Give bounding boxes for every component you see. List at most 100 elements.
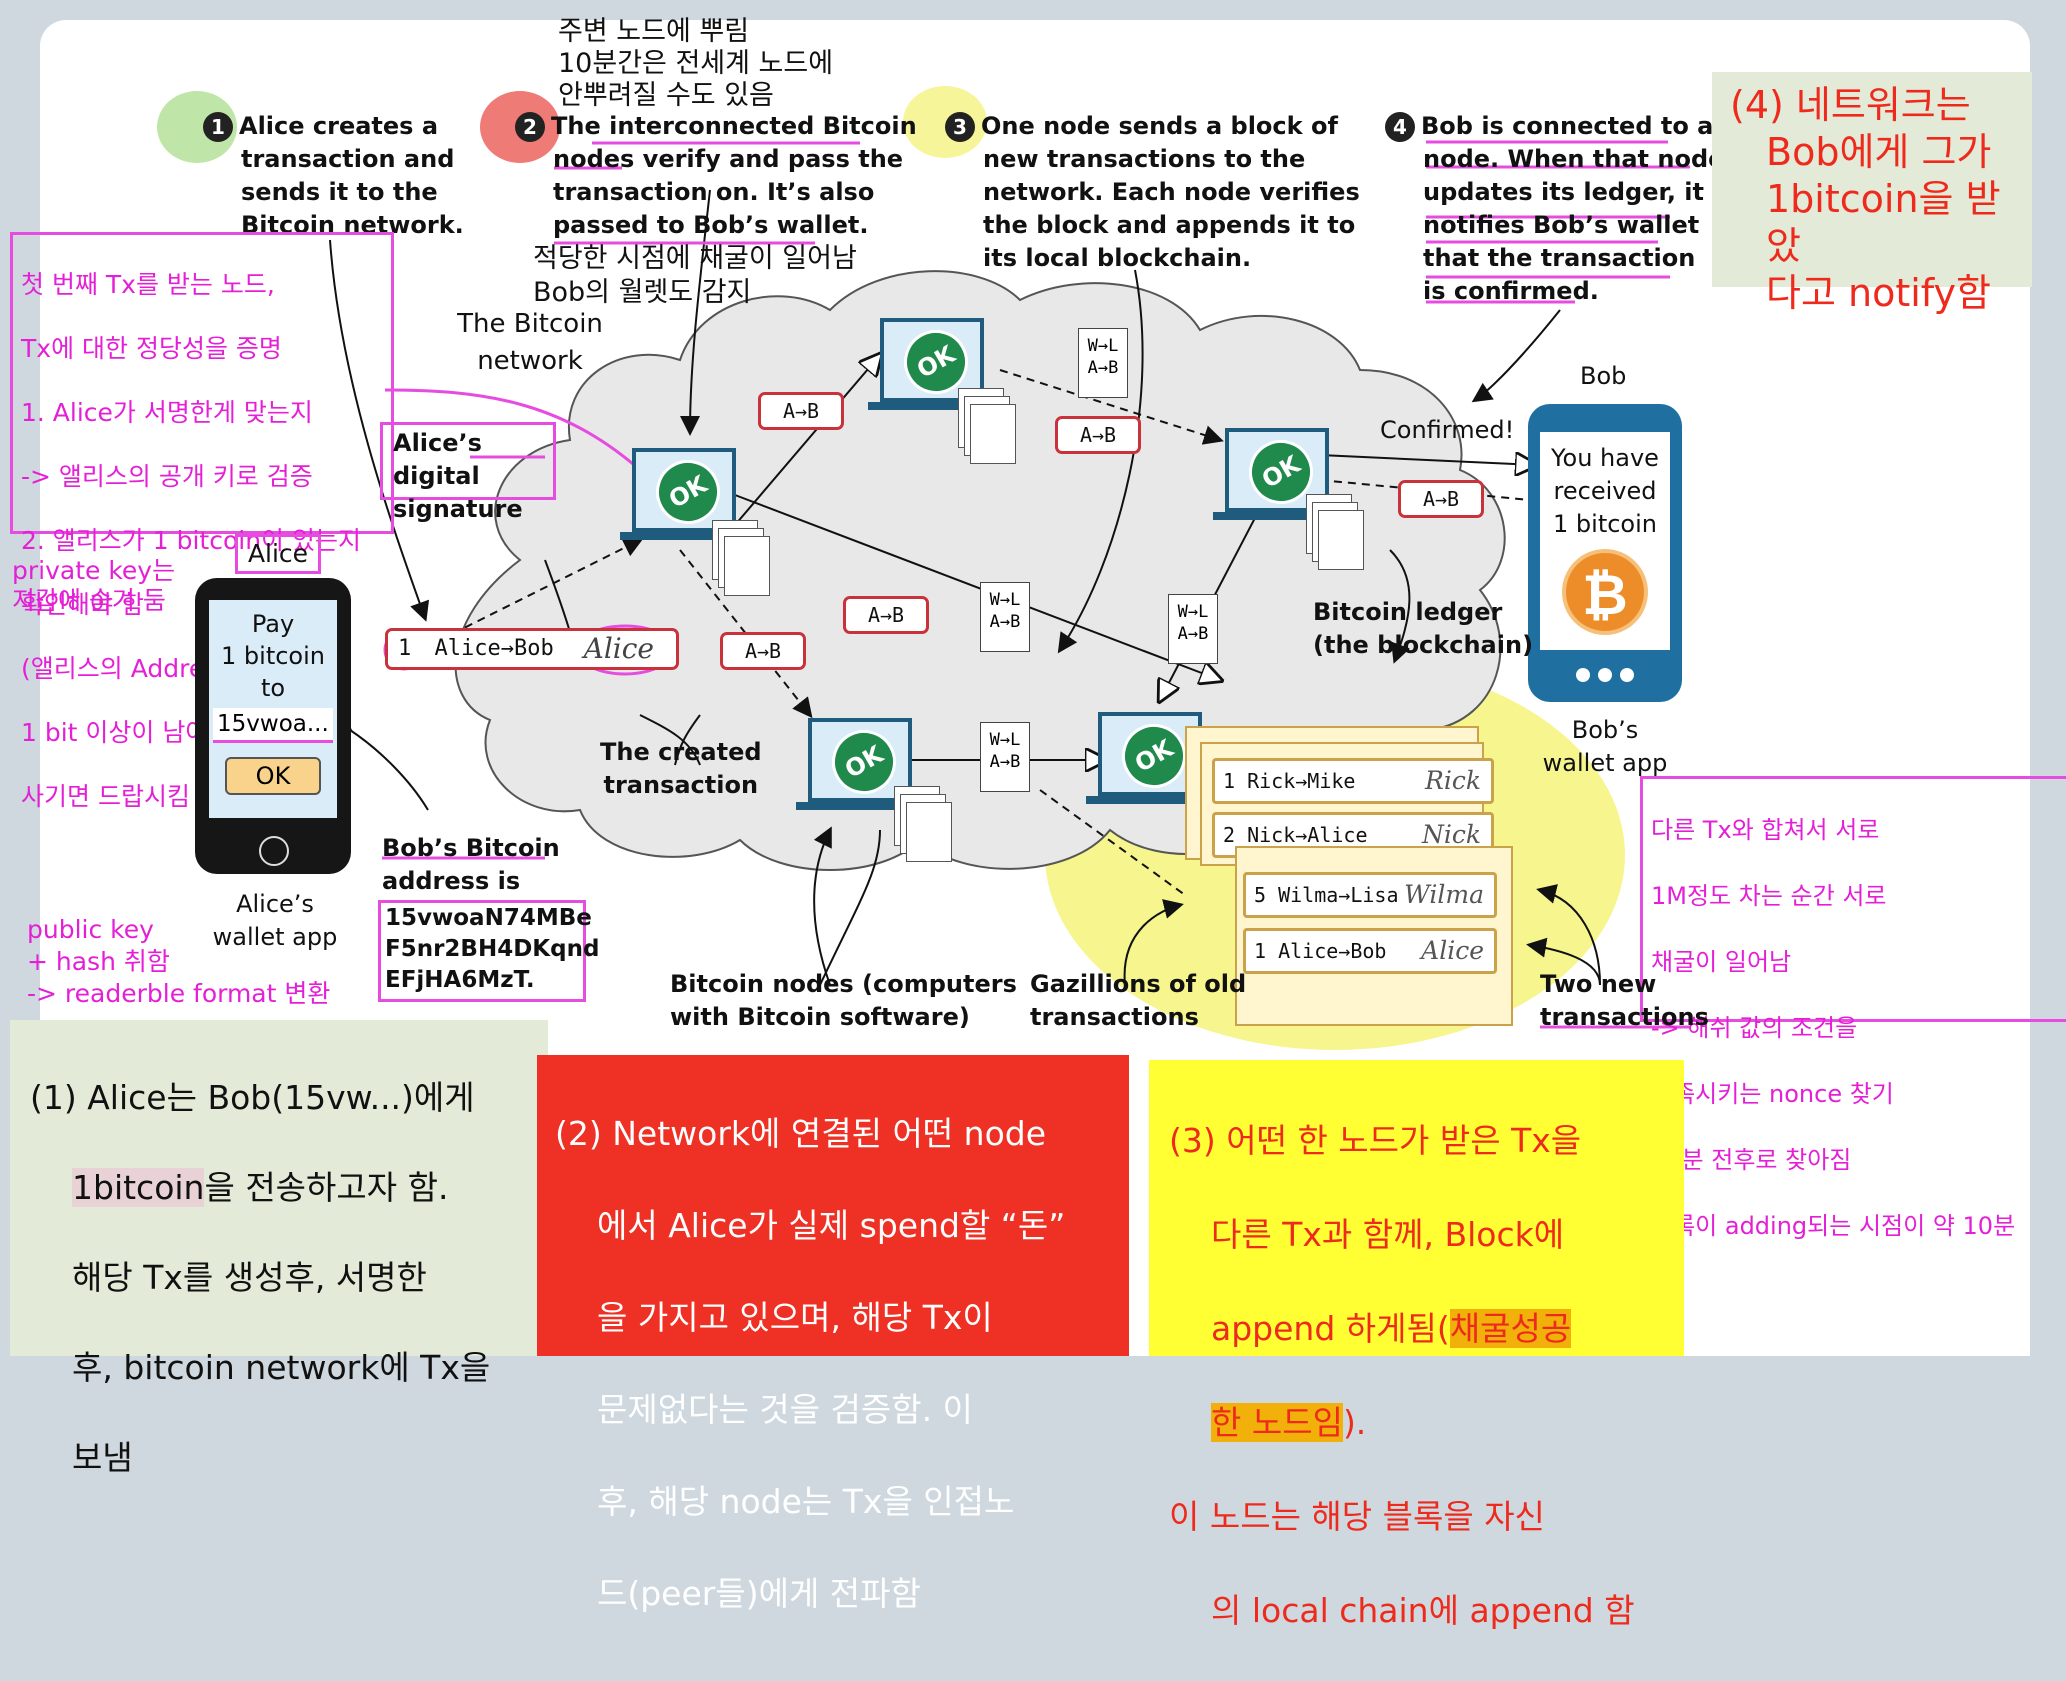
verification-line: -> 앨리스의 공개 키로 검증 [21, 462, 313, 491]
old-label-line: transactions [1030, 1003, 1199, 1031]
step-line: nodes verify and pass the [553, 145, 904, 173]
step-line: that the transaction [1423, 244, 1696, 272]
tx-text: Alice→Bob [434, 636, 554, 661]
amount-label: 1 bitcoin [221, 642, 325, 670]
step-4-text: 4 Bob is connected to a node. When that n… [1385, 110, 1724, 308]
address-line: F5nr2BH4DKqnd [385, 936, 600, 962]
bob-message-line: 1 bitcoin [1553, 510, 1657, 538]
step-3-text: 3 One node sends a block of new transacti… [945, 110, 1360, 275]
note-3-line: ). [1342, 1403, 1367, 1442]
mining-line: 채굴이 일어남 [1651, 948, 1792, 976]
block-line: W→L [989, 590, 1021, 610]
private-key-line: private key는 [12, 556, 176, 585]
note-2-text: (2) Network에 연결된 어떤 node 에서 Alice가 실제 sp… [555, 1065, 1065, 1663]
note-2-line: 드(peer들)에게 전파함 [597, 1574, 921, 1613]
step-2-text: 2 The interconnected Bitcoin nodes verify… [515, 110, 917, 242]
step-line: Alice creates a [239, 112, 439, 140]
packet-a-to-b: A→B [843, 596, 929, 634]
ledger-row-text: 5 Wilma→Lisa [1254, 883, 1399, 907]
step-line: notifies Bob’s wallet [1423, 211, 1700, 239]
ok-button[interactable]: OK [225, 757, 321, 795]
ledger-row-signature: Rick [1425, 766, 1481, 795]
ledger-row-text: 1 Alice→Bob [1254, 939, 1387, 963]
note-2-line: (2) Network에 연결된 어떤 node [555, 1114, 1047, 1153]
recipient-address-field[interactable]: 15vwoa... [213, 708, 333, 743]
alice-signature-label-box: Alice’s digital signature [380, 422, 556, 523]
mining-line: 10분 전후로 찾아짐 [1651, 1146, 1852, 1174]
note-4-line: Bob에게 그가 [1766, 130, 1992, 174]
block-line: A→B [1177, 624, 1209, 644]
document-stack-icon [894, 786, 952, 862]
ledger-new-block: 5 Wilma→Lisa Wilma 1 Alice→Bob Alice [1235, 846, 1513, 1026]
bob-address-title-line: Bob’s Bitcoin [382, 834, 560, 862]
note-3-highlight: 채굴성공 [1449, 1309, 1572, 1348]
step-line: its local blockchain. [983, 244, 1252, 272]
dot-icon [1598, 668, 1612, 682]
korean-mine-line: Bob의 월렛도 감지 [533, 277, 752, 308]
note-3-panel: (3) 어떤 한 노드가 받은 Tx을 다른 Tx과 함께, Block에 ap… [1149, 1060, 1684, 1630]
dot-icon [1620, 668, 1634, 682]
nodes-label-line: Bitcoin nodes (computers [670, 970, 1017, 998]
note-1-line: 해당 Tx를 생성후, 서명한 [72, 1258, 427, 1297]
tx-signature: Alice [583, 632, 654, 665]
step-4-number: 4 [1385, 112, 1415, 142]
public-key-note: public key + hash 취함 -> readerble format… [27, 914, 330, 1010]
step-line: Bob is connected to a [1421, 112, 1714, 140]
note-2-line: 문제없다는 것을 검증함. 이 [597, 1390, 973, 1429]
note-1-line: (1) Alice는 Bob(15vw...)에게 [30, 1078, 475, 1117]
korean-mine-line: 적당한 시점에 채굴이 일어남 [533, 243, 857, 274]
document-stack-icon [958, 388, 1016, 464]
bob-wallet-phone: You have received 1 bitcoin ₿ [1528, 404, 1682, 702]
note-1-line: 을 전송하고자 함. [204, 1168, 449, 1207]
block-packet: W→L A→B [1168, 594, 1218, 664]
document-stack-icon [1306, 494, 1364, 570]
korean-top-line: 주변 노드에 뿌림 [558, 16, 750, 47]
public-key-line: + hash 취함 [27, 947, 170, 976]
verification-line: 1. Alice가 서명한게 맞는지 [21, 398, 313, 427]
ledger-label-line: Bitcoin ledger [1313, 598, 1503, 626]
note-4-text: (4) 네트워크는 Bob에게 그가 1bitcoin을 받았 다고 notif… [1730, 82, 2032, 317]
created-transaction-label: The created transaction [600, 736, 762, 802]
ledger-row-text: 1 Rick→Mike [1223, 769, 1356, 793]
ledger-row-text: 2 Nick→Alice [1223, 823, 1368, 847]
ledger-label-line: (the blockchain) [1313, 631, 1534, 659]
block-line: A→B [989, 752, 1021, 772]
bob-address-title-line: address is [382, 867, 521, 895]
ledger-row-signature: Alice [1421, 936, 1484, 965]
bob-wallet-caption: Bob’s wallet app [1540, 714, 1670, 780]
step-2-number: 2 [515, 112, 545, 142]
packet-a-to-b: A→B [1398, 480, 1484, 518]
step-line: transaction and [241, 145, 455, 173]
mining-line: 블록이 adding되는 시점이 약 10분 [1651, 1212, 2016, 1240]
note-1-line: 보냄 [72, 1438, 133, 1477]
mining-line: -> 해쉬 값의 조건을 [1651, 1014, 1858, 1042]
note-3-line: 의 local chain에 append 함 [1211, 1591, 1635, 1630]
bitcoin-ledger-label: Bitcoin ledger (the blockchain) [1313, 596, 1533, 662]
bob-message-line: You have [1551, 444, 1659, 472]
home-button-icon[interactable] [259, 836, 289, 866]
step-line: One node sends a block of [981, 112, 1338, 140]
korean-top-line: 10분간은 전세계 노드에 [558, 48, 834, 79]
note-2-line: 을 가지고 있으며, 해당 Tx이 [597, 1298, 993, 1337]
public-key-line: public key [27, 915, 154, 944]
bob-address-title: Bob’s Bitcoin address is [382, 832, 560, 898]
note-1-highlight: 1bitcoin [72, 1168, 205, 1207]
note-3-line: (3) 어떤 한 노드가 받은 Tx을 [1169, 1121, 1582, 1160]
alice-phone-screen: Pay 1 bitcoin to 15vwoa... OK [209, 600, 337, 818]
bob-phone-screen: You have received 1 bitcoin ₿ [1540, 432, 1670, 650]
two-new-label-line: transactions [1540, 1003, 1709, 1031]
alice-name-label: Alice [235, 534, 321, 574]
block-packet: W→L A→B [980, 722, 1030, 792]
mining-line: 다른 Tx와 합쳐서 서로 [1651, 816, 1880, 844]
sig-label-line: signature [393, 495, 523, 523]
bob-message-line: received [1553, 477, 1657, 505]
alice-signature-label: Alice’s digital signature [393, 427, 553, 526]
caption-line: Bob’s [1571, 716, 1639, 744]
step-line: The interconnected Bitcoin [551, 112, 917, 140]
bitcoin-network-label: The Bitcoin network [450, 306, 610, 380]
note-3-line: append 하게됨( [1211, 1309, 1450, 1348]
bitcoin-coin-icon: ₿ [1562, 549, 1648, 635]
document-stack-icon [712, 520, 770, 596]
ledger-row: 5 Wilma→Lisa Wilma [1243, 872, 1497, 918]
bob-address-value: 15vwoaN74MBe F5nr2BH4DKqnd EFjHA6MzT. [385, 903, 599, 996]
